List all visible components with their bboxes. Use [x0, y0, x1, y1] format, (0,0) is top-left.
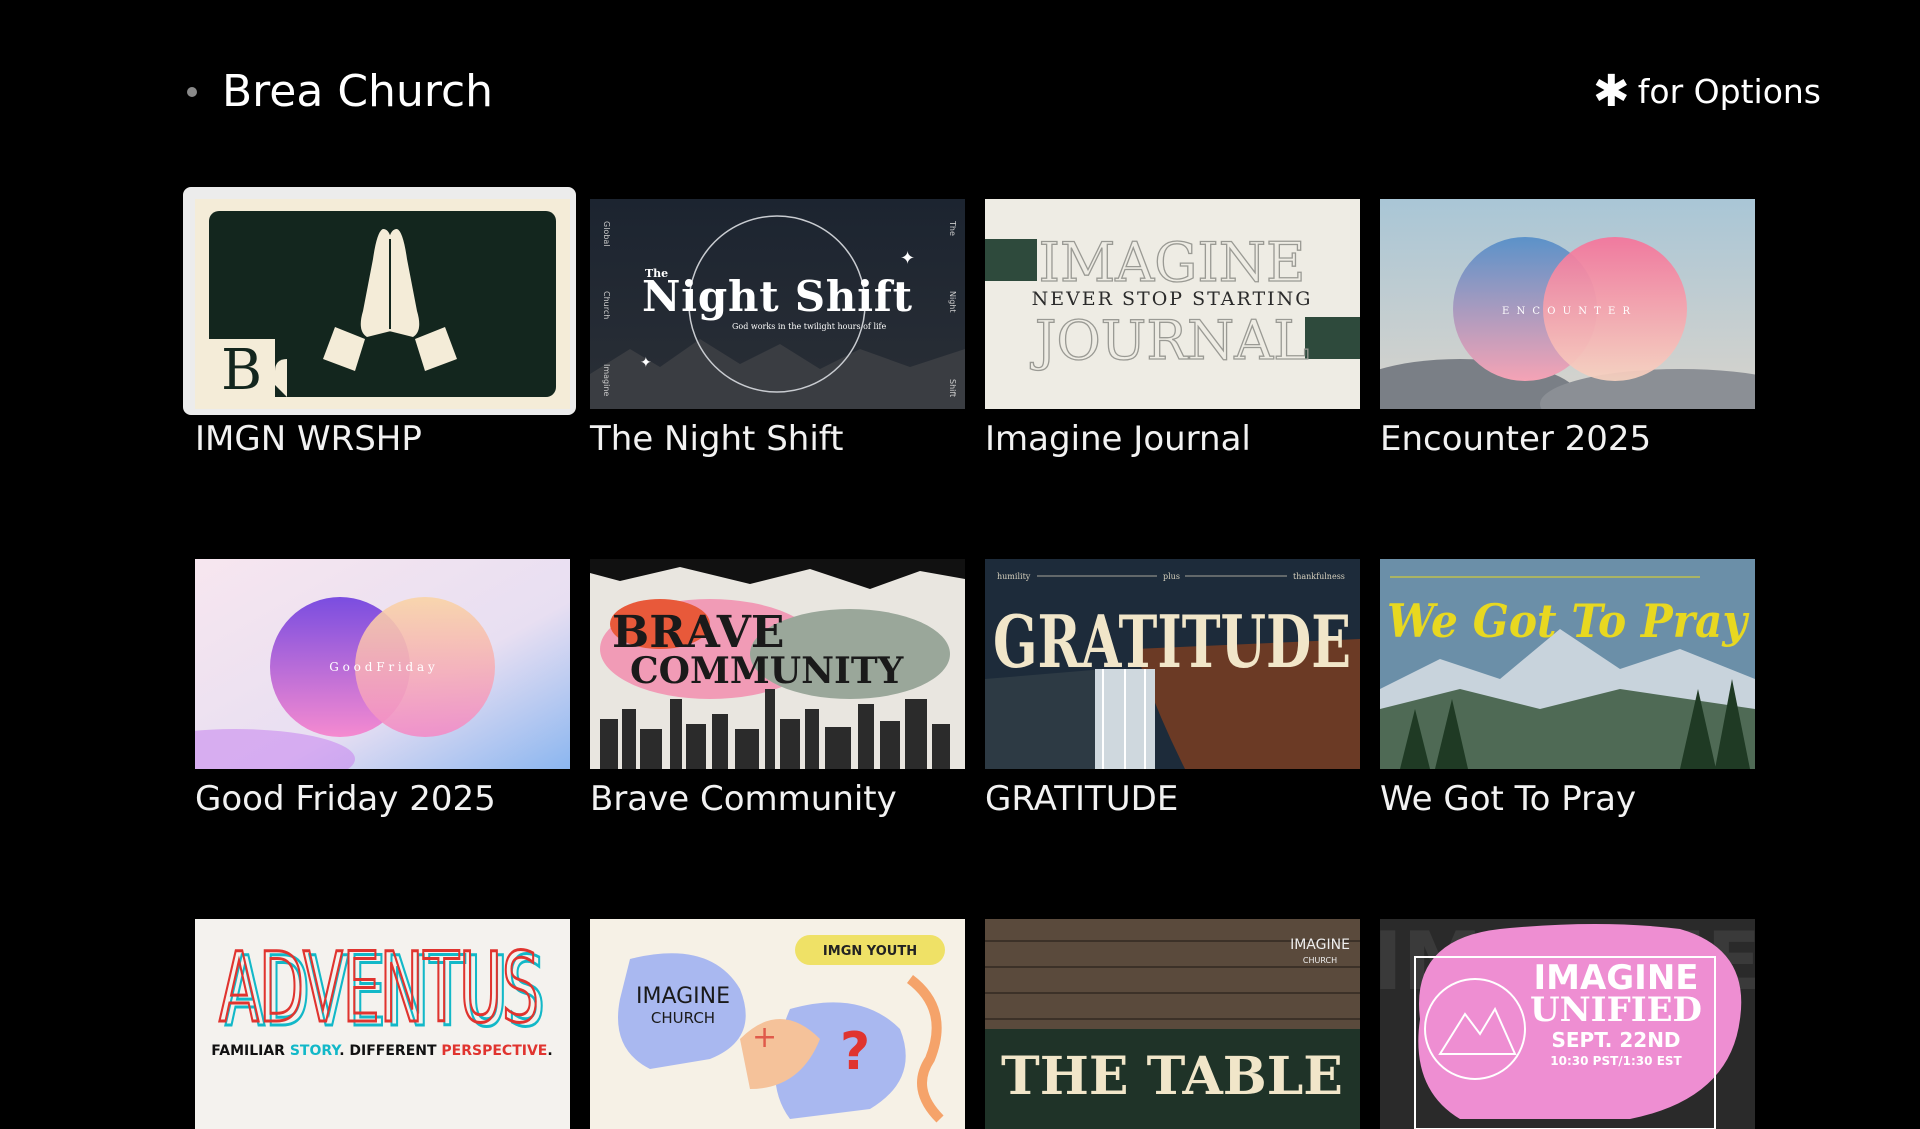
tile-label: IMGN WRSHP — [195, 419, 422, 459]
art-top: humility — [997, 572, 1031, 581]
art-subtitle: God works in the twilight hours of life — [732, 322, 887, 331]
art-title: THE TABLE — [1001, 1046, 1343, 1107]
tile-thumbnail: IMAGINE NEVER STOP STARTING JOURNAL — [985, 199, 1360, 409]
art-line1: IMAGINE — [1039, 231, 1306, 294]
art-line2: COMMUNITY — [630, 650, 905, 692]
side-text: The — [948, 220, 957, 236]
art-badge: IMGN YOUTH — [823, 944, 917, 959]
tile-label: Good Friday 2025 — [195, 779, 496, 819]
svg-text:+: + — [752, 1020, 777, 1055]
tile-thumbnail: We Got To Pray — [1380, 559, 1755, 769]
tile-label: Brave Community — [590, 779, 897, 819]
art-time: 10:30 PST/1:30 EST — [1550, 1054, 1682, 1068]
tile-label: We Got To Pray — [1380, 779, 1637, 819]
tile-thumbnail: humility plus thankfulness GRATITUDE — [985, 559, 1360, 769]
art-line3: JOURNAL — [1030, 309, 1309, 372]
art-logo2: CHURCH — [1303, 956, 1337, 965]
art-title: GRATITUDE — [993, 599, 1351, 684]
tile-thumbnail: B — [195, 199, 570, 409]
side-text: Shift — [948, 379, 957, 397]
art-title: Night Shift — [642, 272, 913, 321]
art-line2: UNIFIED — [1530, 990, 1702, 1030]
tile-thumbnail: ADVENTUS ADVENTUS FAMILIAR STORY. DIFFER… — [195, 919, 570, 1129]
art-title: G o o d F r i d a y — [329, 660, 435, 674]
svg-text:✦: ✦ — [640, 355, 652, 371]
tile-thumbnail: G o o d F r i d a y — [195, 559, 570, 769]
svg-text:?: ? — [840, 1022, 870, 1082]
side-text: Church — [602, 291, 611, 319]
tile-label: Encounter 2025 — [1380, 419, 1652, 459]
side-text: Global — [602, 221, 611, 247]
art-logo2: CHURCH — [651, 1009, 715, 1027]
tile-thumbnail: E N C O U N T E R — [1380, 199, 1755, 409]
tile-thumbnail: IMAGINE CHURCH THE TABLE — [985, 919, 1360, 1129]
tile-label: The Night Shift — [590, 419, 844, 459]
side-text: Night — [948, 291, 957, 313]
art-top: plus — [1163, 572, 1180, 581]
tile-thumbnail: IMGN YOUTH IMAGINE CHURCH + ? — [590, 919, 965, 1129]
art-subtitle: FAMILIAR STORY. DIFFERENT PERSPECTIVE. — [211, 1043, 552, 1059]
tile-thumbnail: BRAVE COMMUNITY — [590, 559, 965, 769]
tile-thumbnail: The Night Shift God works in the twiligh… — [590, 199, 965, 409]
art-title: ADVENTUS — [219, 932, 539, 1044]
art-logo1: IMAGINE — [1290, 937, 1350, 953]
art-title: We Got To Pray — [1387, 594, 1750, 648]
logo-letter: B — [221, 338, 262, 403]
tile-label: Imagine Journal — [985, 419, 1251, 459]
tile-thumbnail: IMAGINE IMAGINE UNIFIED SEPT. 22ND 10:30… — [1380, 919, 1755, 1129]
art-title: E N C O U N T E R — [1502, 306, 1632, 317]
tile-label: GRATITUDE — [985, 779, 1179, 819]
svg-text:✦: ✦ — [900, 248, 915, 269]
side-text: Imagine — [602, 364, 611, 396]
channel-grid: B IMGN WRSHP The Night Shift God works i… — [0, 0, 1920, 1129]
art-line2: NEVER STOP STARTING — [1032, 288, 1313, 310]
art-top: thankfulness — [1293, 572, 1345, 581]
art-date: SEPT. 22ND — [1551, 1028, 1680, 1052]
art-logo1: IMAGINE — [636, 984, 730, 1009]
